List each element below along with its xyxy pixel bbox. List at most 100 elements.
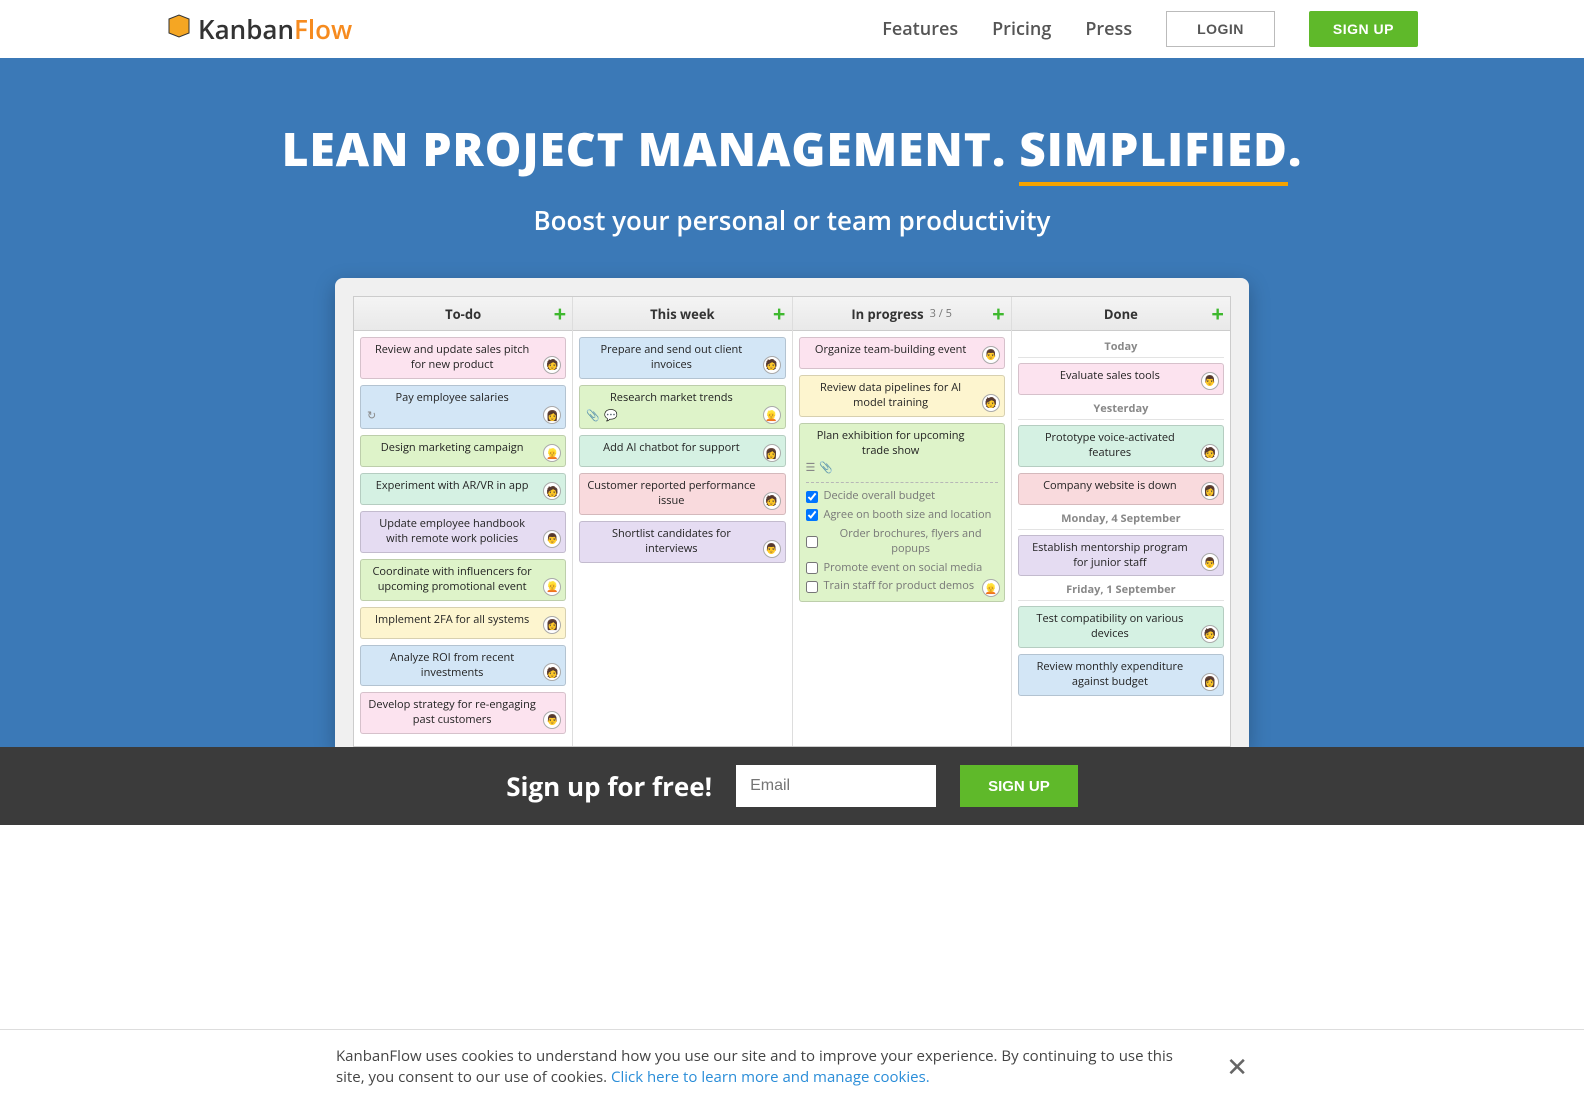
logo[interactable]: KanbanFlow: [166, 11, 352, 47]
kanban-card[interactable]: Organize team-building event 👨: [799, 337, 1005, 369]
kanban-card[interactable]: Review data pipelines for AI model train…: [799, 375, 1005, 417]
subtask-checkbox[interactable]: [806, 562, 818, 574]
card-title: Plan exhibition for upcoming trade show: [806, 429, 998, 459]
kanban-card[interactable]: Evaluate sales tools 👨: [1018, 363, 1224, 395]
hero-title-b: SIMPLIFIED: [1019, 118, 1288, 186]
avatar-icon: 👱: [982, 579, 1000, 597]
cookie-manage-link[interactable]: Click here to learn more and manage cook…: [611, 1067, 930, 1087]
kanban-card[interactable]: Establish mentorship program for junior …: [1018, 535, 1224, 577]
avatar-icon: 🧑: [543, 356, 561, 374]
add-card-icon[interactable]: +: [992, 303, 1005, 325]
kanban-card[interactable]: Company website is down 👩: [1018, 473, 1224, 505]
kanban-card[interactable]: Implement 2FA for all systems 👩: [360, 607, 566, 639]
hero-title-c: .: [1288, 118, 1302, 180]
avatar-icon: 🧑: [543, 482, 561, 500]
card-meta-icon: 📎: [586, 409, 600, 424]
nav-pricing[interactable]: Pricing: [992, 17, 1051, 41]
card-title: Update employee handbook with remote wor…: [367, 517, 559, 547]
column-title: To-do: [445, 305, 481, 323]
card-meta-icon: 💬: [604, 409, 618, 424]
card-title: Design marketing campaign: [367, 441, 559, 456]
card-title: Shortlist candidates for interviews: [586, 527, 778, 557]
kanban-card[interactable]: Prepare and send out client invoices 🧑: [579, 337, 785, 379]
kanban-card[interactable]: Add AI chatbot for support 👩: [579, 435, 785, 467]
kanban-card[interactable]: Review and update sales pitch for new pr…: [360, 337, 566, 379]
add-card-icon[interactable]: +: [1211, 303, 1224, 325]
kanban-card[interactable]: Develop strategy for re-engaging past cu…: [360, 692, 566, 734]
nav-press[interactable]: Press: [1085, 17, 1132, 41]
add-card-icon[interactable]: +: [773, 303, 786, 325]
card-title: Customer reported performance issue: [586, 479, 778, 509]
subtask[interactable]: Train staff for product demos: [806, 577, 998, 596]
column-header: In progress 3 / 5 +: [793, 297, 1011, 331]
kanban-card[interactable]: Design marketing campaign 👱: [360, 435, 566, 467]
date-group-header: Friday, 1 September: [1018, 582, 1224, 601]
card-meta-icon: 📎: [819, 461, 833, 476]
avatar-icon: 👱: [763, 406, 781, 424]
kanban-card[interactable]: Coordinate with influencers for upcoming…: [360, 559, 566, 601]
kanban-card[interactable]: Pay employee salaries ↻ 👩: [360, 385, 566, 430]
kanban-card[interactable]: Review monthly expenditure against budge…: [1018, 654, 1224, 696]
kanban-card[interactable]: Prototype voice-activated features 🧑: [1018, 425, 1224, 467]
signup-submit-button[interactable]: SIGN UP: [960, 765, 1078, 807]
kanban-card[interactable]: Research market trends 📎💬 👱: [579, 385, 785, 430]
top-nav: Features Pricing Press LOGIN SIGN UP: [882, 11, 1418, 47]
date-group-header: Yesterday: [1018, 401, 1224, 420]
column-header: This week +: [573, 297, 791, 331]
card-title: Add AI chatbot for support: [586, 441, 778, 456]
kanban-column: Done + Today Evaluate sales tools 👨 Yest…: [1012, 297, 1230, 746]
avatar-icon: 👩: [1201, 482, 1219, 500]
subtask-checkbox[interactable]: [806, 509, 818, 521]
column-body: Review and update sales pitch for new pr…: [354, 331, 572, 746]
subtask[interactable]: Agree on booth size and location: [806, 506, 998, 525]
subtask-checkbox[interactable]: [806, 536, 818, 548]
kanban-card[interactable]: Shortlist candidates for interviews 👨: [579, 521, 785, 563]
card-meta-icon: ☰: [806, 461, 816, 476]
kanban-card[interactable]: Experiment with AR/VR in app 🧑: [360, 473, 566, 505]
cookie-close-icon[interactable]: ✕: [1226, 1048, 1248, 1086]
avatar-icon: 👨: [982, 346, 1000, 364]
hero-subtitle: Boost your personal or team productivity: [0, 202, 1584, 238]
kanban-card[interactable]: Update employee handbook with remote wor…: [360, 511, 566, 553]
kanban-card[interactable]: Customer reported performance issue 🧑: [579, 473, 785, 515]
card-title: Prepare and send out client invoices: [586, 343, 778, 373]
logo-icon: [166, 11, 192, 47]
card-title: Test compatibility on various devices: [1025, 612, 1217, 642]
card-title: Develop strategy for re-engaging past cu…: [367, 698, 559, 728]
subtask-text: Agree on booth size and location: [824, 508, 992, 523]
card-title: Analyze ROI from recent investments: [367, 651, 559, 681]
card-title: Review monthly expenditure against budge…: [1025, 660, 1217, 690]
card-icons: 📎💬: [586, 409, 778, 424]
column-title: Done: [1104, 305, 1138, 323]
subtask[interactable]: Decide overall budget: [806, 487, 998, 506]
email-input[interactable]: [736, 765, 936, 807]
date-group-header: Today: [1018, 339, 1224, 358]
column-body: Prepare and send out client invoices 🧑 R…: [573, 331, 791, 575]
card-title: Implement 2FA for all systems: [367, 613, 559, 628]
avatar-icon: 👩: [1201, 673, 1219, 691]
avatar-icon: 👱: [543, 444, 561, 462]
subtask[interactable]: Order brochures, flyers and popups: [806, 525, 998, 559]
subtask-text: Train staff for product demos: [824, 579, 975, 594]
add-card-icon[interactable]: +: [554, 303, 567, 325]
subtask-checkbox[interactable]: [806, 491, 818, 503]
avatar-icon: 👨: [763, 540, 781, 558]
login-button[interactable]: LOGIN: [1166, 11, 1275, 47]
kanban-card[interactable]: Analyze ROI from recent investments 🧑: [360, 645, 566, 687]
column-body: Organize team-building event 👨 Review da…: [793, 331, 1011, 614]
hero-title: LEAN PROJECT MANAGEMENT. SIMPLIFIED.: [0, 118, 1584, 180]
subtask-checkbox[interactable]: [806, 581, 818, 593]
hero: LEAN PROJECT MANAGEMENT. SIMPLIFIED. Boo…: [0, 58, 1584, 747]
avatar-icon: 👩: [543, 616, 561, 634]
kanban-card[interactable]: Test compatibility on various devices 🧑: [1018, 606, 1224, 648]
card-title: Establish mentorship program for junior …: [1025, 541, 1217, 571]
nav-features[interactable]: Features: [882, 17, 958, 41]
hero-title-a: LEAN PROJECT MANAGEMENT.: [282, 118, 1019, 180]
kanban-card[interactable]: Plan exhibition for upcoming trade show …: [799, 423, 1005, 603]
subtask[interactable]: Promote event on social media: [806, 559, 998, 578]
signup-button[interactable]: SIGN UP: [1309, 11, 1418, 47]
card-title: Review and update sales pitch for new pr…: [367, 343, 559, 373]
card-title: Review data pipelines for AI model train…: [806, 381, 998, 411]
card-title: Research market trends: [586, 391, 778, 406]
column-limit: 3 / 5: [930, 306, 952, 321]
